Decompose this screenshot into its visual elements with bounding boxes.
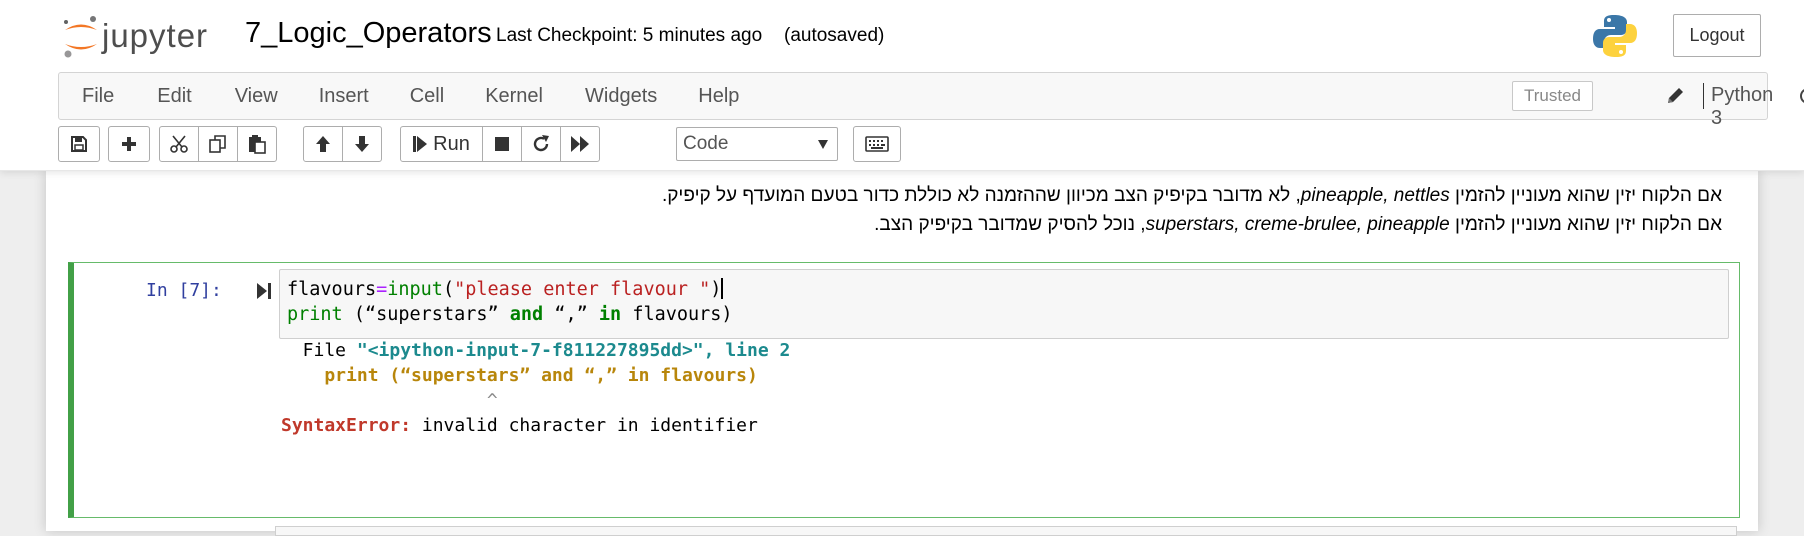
code-token: ( [442,279,455,300]
notebook-name[interactable]: 7_Logic_Operators [245,17,492,50]
menubar: File Edit View Insert Cell Kernel Widget… [58,72,1804,129]
text-cursor [721,278,724,299]
checkpoint-status: Last Checkpoint: 5 minutes ago [496,25,763,46]
paste-icon [249,135,266,154]
cell-type-value: Code [683,133,729,154]
markdown-text-italic: pineapple, nettles [1300,185,1450,206]
save-icon [71,136,87,152]
menu-edit[interactable]: Edit [157,85,191,108]
markdown-line: אם הלקוח יזין שהוא מעוניין להזמין supers… [874,214,1722,236]
restart-kernel-button[interactable] [521,126,561,162]
keyboard-icon [865,136,889,152]
paste-cell-button[interactable] [237,126,277,162]
copy-icon [209,135,226,153]
menu-widgets[interactable]: Widgets [585,85,657,108]
move-cell-down-button[interactable] [342,126,382,162]
menu-help[interactable]: Help [698,85,739,108]
jupyter-logo[interactable]: jupyter [62,14,208,58]
menu-items: File Edit View Insert Cell Kernel Widget… [59,73,739,119]
cut-icon [170,135,188,153]
markdown-text: אם הלקוח יזין שהוא מעוניין להזמין [1449,214,1722,235]
edit-mode-pencil-icon [1664,85,1686,107]
step-forward-icon [413,136,428,152]
jupyter-logo-text: jupyter [102,17,209,54]
traceback-caret: ^ [281,390,498,411]
menu-insert[interactable]: Insert [319,85,369,108]
markdown-text: , לא מדובר בקיפיק הצב מכיוון שההזמנה לא … [661,185,1301,206]
save-button[interactable] [58,126,100,162]
code-token: “,” [543,304,599,325]
cell-type-select[interactable]: Code [676,127,838,161]
logout-button[interactable]: Logout [1673,14,1761,57]
kernel-name[interactable]: Python 3 [1711,84,1773,130]
header-bar: jupyter 7_Logic_Operators Last Checkpoin… [0,0,1804,72]
kernel-separator [1703,83,1704,109]
traceback-text: File [281,340,357,361]
traceback-file: "<ipython-input-7-f811227895dd>", line 2 [356,340,791,361]
code-token: (“superstars” [342,304,510,325]
code-token: print [287,304,343,325]
markdown-text-italic: superstars, creme-brulee, pineapple [1145,214,1450,235]
code-input-area[interactable]: flavours=input("please enter flavour ") … [279,269,1729,339]
chevron-down-icon [818,140,828,149]
markdown-line: אם הלקוח יזין שהוא מעוניין להזמין pineap… [662,185,1722,207]
move-cell-up-button[interactable] [303,126,343,162]
menu-cell[interactable]: Cell [410,85,444,108]
toolbar: Run Code [58,126,1768,164]
code-token: flavours [287,279,377,300]
run-button-label: Run [433,132,470,155]
trusted-badge[interactable]: Trusted [1512,81,1593,111]
cell-output: File "<ipython-input-7-f811227895dd>", l… [281,338,790,438]
menu-view[interactable]: View [235,85,278,108]
error-type: SyntaxError: [281,415,412,436]
stop-icon [495,137,509,151]
code-cell-selected[interactable]: In [7]: flavours=input("please enter fla… [68,262,1740,518]
code-token: "please enter flavour " [454,279,711,300]
arrow-up-icon [316,136,330,152]
cut-cell-button[interactable] [159,126,199,162]
insert-cell-button[interactable] [108,126,150,162]
code-token: flavours) [621,304,733,325]
code-token: input [387,279,443,300]
menu-file[interactable]: File [82,85,114,108]
autosave-status: (autosaved) [784,25,885,46]
markdown-text: , נוכל להסיק שמדובר בקיפיק הצב. [874,214,1146,235]
python-logo-icon [1592,13,1638,59]
next-code-cell[interactable] [275,526,1737,536]
plus-icon [122,137,136,151]
interrupt-kernel-button[interactable] [482,126,522,162]
error-message: invalid character in identifier [411,415,758,436]
restart-icon [533,135,549,152]
code-token: = [376,279,388,300]
input-prompt: In [7]: [146,280,222,301]
command-palette-button[interactable] [853,126,901,162]
run-button[interactable]: Run [400,126,483,162]
copy-cell-button[interactable] [198,126,238,162]
kernel-idle-indicator-icon [1800,88,1804,104]
fast-forward-icon [571,136,589,152]
traceback-code: print (“superstars” and “,” in flavours) [281,365,758,386]
markdown-text: אם הלקוח יזין שהוא מעוניין להזמין [1449,185,1722,206]
notebook-container: אם הלקוח יזין שהוא מעוניין להזמין pineap… [46,171,1758,536]
code-editor[interactable]: flavours=input("please enter flavour ") … [287,277,733,327]
menu-kernel[interactable]: Kernel [485,85,543,108]
code-token: ) [710,279,722,300]
jupyter-logo-icon [62,14,100,58]
restart-run-all-button[interactable] [560,126,600,162]
arrow-down-icon [355,136,369,152]
run-cell-icon[interactable] [255,281,273,301]
code-token: and [509,304,544,325]
notebook-header: jupyter 7_Logic_Operators Last Checkpoin… [0,0,1804,171]
code-token: in [598,304,622,325]
